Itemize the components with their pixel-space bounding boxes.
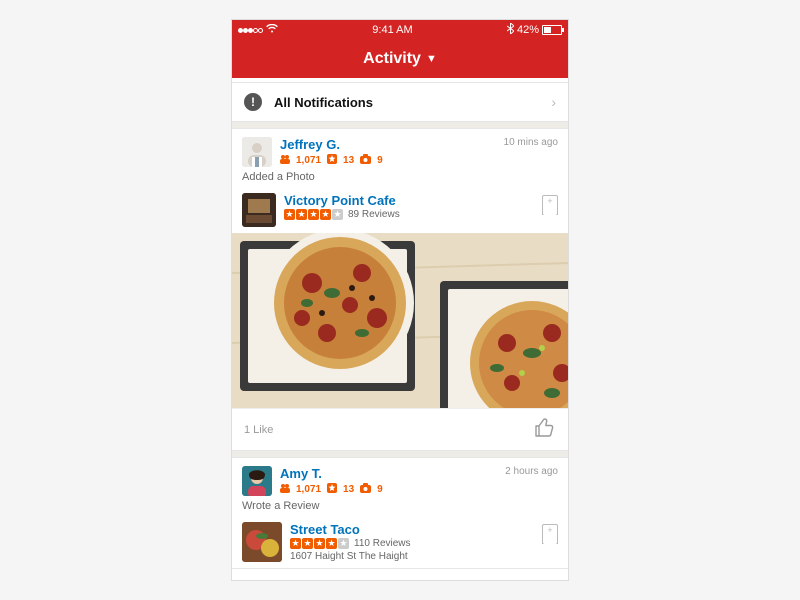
reviews-icon bbox=[327, 154, 337, 167]
like-row: 1 Like bbox=[232, 408, 568, 450]
business-info: Victory Point Cafe 89 Reviews bbox=[284, 193, 542, 220]
battery-percent: 42% bbox=[517, 24, 539, 36]
feed: ! All Notifications › Jeffrey G. 1,071 1… bbox=[232, 82, 568, 569]
user-line: Jeffrey G. 1,071 13 9 bbox=[280, 137, 504, 167]
business-name-link[interactable]: Victory Point Cafe bbox=[284, 193, 542, 208]
battery-icon bbox=[542, 25, 562, 35]
stars-icon bbox=[290, 538, 349, 549]
feed-card: Amy T. 1,071 13 9 2 hours ago Wrote a Re… bbox=[232, 457, 568, 569]
username-link[interactable]: Jeffrey G. bbox=[280, 137, 504, 152]
reviews-count: 13 bbox=[343, 155, 354, 166]
time-ago: 10 mins ago bbox=[504, 137, 558, 148]
status-left bbox=[238, 24, 278, 36]
rating-line: 110 Reviews bbox=[290, 538, 542, 549]
user-stats: 1,071 13 9 bbox=[280, 483, 505, 496]
business-row[interactable]: Victory Point Cafe 89 Reviews + bbox=[232, 189, 568, 233]
reviews-icon bbox=[327, 483, 337, 496]
username-link[interactable]: Amy T. bbox=[280, 466, 505, 481]
avatar[interactable] bbox=[242, 137, 272, 167]
photos-icon bbox=[360, 154, 371, 167]
review-count: 89 Reviews bbox=[348, 209, 400, 220]
photos-icon bbox=[360, 483, 371, 496]
reviews-count: 13 bbox=[343, 484, 354, 495]
business-thumb bbox=[242, 522, 282, 562]
friends-count: 1,071 bbox=[296, 484, 321, 495]
action-text: Added a Photo bbox=[232, 171, 568, 189]
user-line: Amy T. 1,071 13 9 bbox=[280, 466, 505, 496]
bookmark-button[interactable]: + bbox=[542, 524, 558, 544]
time-ago: 2 hours ago bbox=[505, 466, 558, 477]
post-photo[interactable] bbox=[232, 233, 568, 408]
friends-icon bbox=[280, 483, 290, 496]
stars-icon bbox=[284, 209, 343, 220]
business-thumb bbox=[242, 193, 276, 227]
business-info: Street Taco 110 Reviews 1607 Haight St T… bbox=[290, 522, 542, 562]
bluetooth-icon bbox=[507, 23, 514, 37]
feed-card: Jeffrey G. 1,071 13 9 10 mins ago Added … bbox=[232, 128, 568, 451]
status-right: 42% bbox=[507, 23, 562, 37]
all-notifications-label: All Notifications bbox=[274, 95, 551, 110]
avatar[interactable] bbox=[242, 466, 272, 496]
status-bar: 9:41 AM 42% bbox=[232, 20, 568, 40]
friends-icon bbox=[280, 154, 290, 167]
photos-count: 9 bbox=[377, 155, 383, 166]
chevron-down-icon: ▼ bbox=[426, 53, 437, 65]
photos-count: 9 bbox=[377, 484, 383, 495]
business-name-link[interactable]: Street Taco bbox=[290, 522, 542, 537]
post-header: Jeffrey G. 1,071 13 9 10 mins ago bbox=[232, 129, 568, 171]
bookmark-button[interactable]: + bbox=[542, 195, 558, 215]
like-count: 1 Like bbox=[244, 424, 273, 436]
action-text: Wrote a Review bbox=[232, 500, 568, 518]
nav-title: Activity bbox=[363, 50, 421, 68]
alert-icon: ! bbox=[244, 93, 262, 111]
wifi-icon bbox=[266, 24, 278, 36]
rating-line: 89 Reviews bbox=[284, 209, 542, 220]
review-count: 110 Reviews bbox=[354, 538, 411, 549]
like-button[interactable] bbox=[534, 417, 556, 442]
friends-count: 1,071 bbox=[296, 155, 321, 166]
phone-frame: 9:41 AM 42% Activity ▼ ! All Notificatio… bbox=[232, 20, 568, 580]
business-address: 1607 Haight St The Haight bbox=[290, 551, 542, 562]
chevron-right-icon: › bbox=[551, 94, 556, 110]
business-row[interactable]: Street Taco 110 Reviews 1607 Haight St T… bbox=[232, 518, 568, 568]
all-notifications-row[interactable]: ! All Notifications › bbox=[232, 82, 568, 122]
signal-dots-icon bbox=[238, 24, 263, 36]
user-stats: 1,071 13 9 bbox=[280, 154, 504, 167]
status-time: 9:41 AM bbox=[372, 24, 412, 36]
nav-bar[interactable]: Activity ▼ bbox=[232, 40, 568, 78]
post-header: Amy T. 1,071 13 9 2 hours ago bbox=[232, 458, 568, 500]
